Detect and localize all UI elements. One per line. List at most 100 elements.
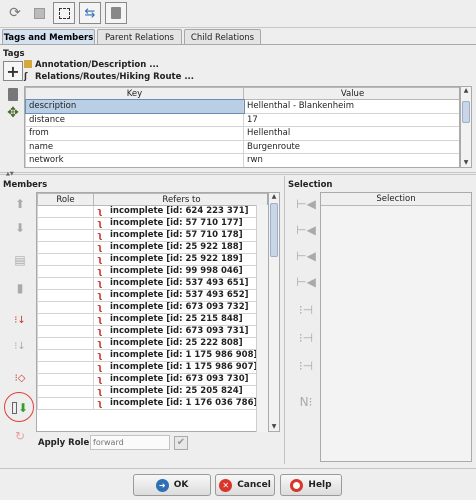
table-row[interactable]: ʅ incomplete [id: 1 175 986 908] bbox=[37, 349, 267, 362]
tags-scrollbar[interactable]: ▲ ▼ bbox=[460, 86, 472, 168]
column-header-refers-to[interactable]: Refers to bbox=[93, 193, 267, 206]
member-role-cell[interactable] bbox=[37, 385, 94, 398]
member-refers-to-cell[interactable]: ʅ incomplete [id: 57 710 177] bbox=[93, 217, 267, 230]
preset-annotation[interactable]: Annotation/Description ... bbox=[24, 60, 159, 70]
table-row[interactable]: ʅ incomplete [id: 25 215 848] bbox=[37, 313, 267, 326]
member-role-cell[interactable] bbox=[37, 361, 94, 374]
reverse-members-icon[interactable]: ⁝↓ bbox=[10, 336, 30, 356]
sort-selection-icon[interactable]: N⁝ bbox=[296, 392, 316, 412]
member-refers-to-cell[interactable]: ʅ incomplete [id: 537 493 651] bbox=[93, 277, 267, 290]
zoom-to-relation-icon[interactable]: ⇆ bbox=[79, 2, 101, 24]
splitter-arrows-icon[interactable]: ▲▼ bbox=[6, 171, 14, 177]
tag-key-cell[interactable]: network bbox=[25, 153, 244, 167]
member-role-cell[interactable] bbox=[37, 325, 94, 338]
member-role-cell[interactable] bbox=[37, 217, 94, 230]
tag-value-cell[interactable]: Hellenthal bbox=[243, 126, 459, 141]
select-in-relation-icon[interactable]: ⁝⊣ bbox=[296, 328, 316, 348]
download-members-icon[interactable]: ⁝◇ bbox=[10, 368, 30, 388]
member-refers-to-cell[interactable]: ʅ incomplete [id: 1 176 036 786] bbox=[93, 397, 267, 410]
table-row[interactable]: ʅ incomplete [id: 1 176 036 786] bbox=[37, 397, 267, 410]
add-to-start-icon[interactable]: ⊢◀ bbox=[296, 194, 316, 214]
table-row[interactable]: ʅ incomplete [id: 57 710 178] bbox=[37, 229, 267, 242]
member-role-cell[interactable] bbox=[37, 373, 94, 386]
scroll-up-icon[interactable]: ▲ bbox=[269, 193, 279, 201]
preset-hiking-route[interactable]: ʃ Relations/Routes/Hiking Route ... bbox=[24, 72, 194, 82]
add-after-icon[interactable]: ⊢◀ bbox=[296, 246, 316, 266]
members-scrollbar[interactable]: ▲ ▼ bbox=[268, 192, 280, 432]
refresh-icon[interactable]: ⟳ bbox=[4, 2, 26, 24]
edit-member-icon[interactable]: ▤ bbox=[10, 250, 30, 270]
table-row[interactable]: ʅ incomplete [id: 624 223 371] bbox=[37, 205, 267, 218]
table-row[interactable]: distance 17 bbox=[25, 112, 459, 127]
member-role-cell[interactable] bbox=[37, 397, 94, 410]
select-members-icon[interactable] bbox=[53, 2, 75, 24]
table-row[interactable]: ʅ incomplete [id: 673 093 731] bbox=[37, 325, 267, 338]
member-role-cell[interactable] bbox=[37, 253, 94, 266]
table-row[interactable]: name Burgenroute bbox=[25, 139, 459, 154]
move-down-icon[interactable]: ⬇ bbox=[10, 218, 30, 238]
column-header-selection[interactable]: Selection bbox=[321, 193, 471, 206]
table-row[interactable]: ʅ incomplete [id: 1 175 986 907] bbox=[37, 361, 267, 374]
table-row[interactable]: ʅ incomplete [id: 57 710 177] bbox=[37, 217, 267, 230]
move-up-icon[interactable]: ⬆ bbox=[10, 194, 30, 214]
scroll-down-icon[interactable]: ▼ bbox=[461, 159, 471, 167]
tag-value-cell[interactable]: 17 bbox=[243, 112, 459, 127]
trash-icon[interactable] bbox=[105, 2, 127, 24]
member-refers-to-cell[interactable]: ʅ incomplete [id: 1 175 986 908] bbox=[93, 349, 267, 362]
member-refers-to-cell[interactable]: ʅ incomplete [id: 25 215 848] bbox=[93, 313, 267, 326]
member-refers-to-cell[interactable]: ʅ incomplete [id: 25 922 189] bbox=[93, 253, 267, 266]
remove-all-icon[interactable]: ⁝⊣ bbox=[296, 356, 316, 376]
scroll-up-icon[interactable]: ▲ bbox=[461, 87, 471, 95]
member-refers-to-cell[interactable]: ʅ incomplete [id: 1 175 986 907] bbox=[93, 361, 267, 374]
table-row[interactable]: ʅ incomplete [id: 25 205 824] bbox=[37, 385, 267, 398]
member-refers-to-cell[interactable]: ʅ incomplete [id: 537 493 652] bbox=[93, 289, 267, 302]
member-role-cell[interactable] bbox=[37, 241, 94, 254]
member-refers-to-cell[interactable]: ʅ incomplete [id: 57 710 178] bbox=[93, 229, 267, 242]
tab-parent-relations[interactable]: Parent Relations bbox=[97, 29, 182, 45]
paste-tags-icon[interactable]: ✥ bbox=[3, 103, 23, 123]
table-row[interactable]: ʅ incomplete [id: 673 093 730] bbox=[37, 373, 267, 386]
table-row[interactable]: ʅ incomplete [id: 25 922 189] bbox=[37, 253, 267, 266]
member-role-cell[interactable] bbox=[37, 277, 94, 290]
column-header-key[interactable]: Key bbox=[25, 87, 244, 100]
tag-key-cell[interactable]: name bbox=[25, 139, 244, 154]
add-selected-icon[interactable]: ⬇ bbox=[10, 398, 30, 418]
table-row[interactable]: ʅ incomplete [id: 673 093 732] bbox=[37, 301, 267, 314]
tag-value-cell[interactable]: Hellenthal - Blankenheim bbox=[243, 99, 459, 114]
splitter[interactable] bbox=[0, 172, 476, 175]
scroll-down-icon[interactable]: ▼ bbox=[269, 423, 279, 431]
member-refers-to-cell[interactable]: ʅ incomplete [id: 624 223 371] bbox=[93, 205, 267, 218]
member-role-cell[interactable] bbox=[37, 349, 94, 362]
scrollbar-thumb[interactable] bbox=[270, 203, 278, 257]
table-row[interactable]: description Hellenthal - Blankenheim bbox=[25, 98, 459, 114]
help-button[interactable]: Help bbox=[280, 474, 342, 496]
table-row[interactable]: network rwn bbox=[25, 153, 459, 167]
apply-role-check-icon[interactable]: ✔ bbox=[174, 436, 188, 450]
member-refers-to-cell[interactable]: ʅ incomplete [id: 673 093 732] bbox=[93, 301, 267, 314]
tab-tags-and-members[interactable]: Tags and Members bbox=[2, 29, 95, 45]
sort-members-icon[interactable]: ⁝↓ bbox=[10, 310, 30, 330]
member-role-cell[interactable] bbox=[37, 205, 94, 218]
delete-tag-icon[interactable] bbox=[3, 84, 23, 104]
remove-selected-icon[interactable]: ↻ bbox=[10, 426, 30, 446]
add-before-icon[interactable]: ⊢◀ bbox=[296, 220, 316, 240]
member-role-cell[interactable] bbox=[37, 313, 94, 326]
save-icon[interactable] bbox=[28, 2, 50, 24]
member-role-cell[interactable] bbox=[37, 337, 94, 350]
remove-member-icon[interactable]: ▮ bbox=[10, 278, 30, 298]
add-tag-icon[interactable]: + bbox=[3, 61, 23, 81]
table-row[interactable]: ʅ incomplete [id: 99 998 046] bbox=[37, 265, 267, 278]
column-header-role[interactable]: Role bbox=[37, 193, 94, 206]
tag-key-cell[interactable]: description bbox=[25, 98, 245, 114]
member-refers-to-cell[interactable]: ʅ incomplete [id: 99 998 046] bbox=[93, 265, 267, 278]
ok-button[interactable]: ➜ OK bbox=[133, 474, 211, 496]
tag-value-cell[interactable]: rwn bbox=[243, 153, 459, 167]
member-refers-to-cell[interactable]: ʅ incomplete [id: 25 222 808] bbox=[93, 337, 267, 350]
tab-child-relations[interactable]: Child Relations bbox=[184, 29, 261, 45]
remove-selected-from-relation-icon[interactable]: ⁝⊣ bbox=[296, 300, 316, 320]
member-refers-to-cell[interactable]: ʅ incomplete [id: 25 922 188] bbox=[93, 241, 267, 254]
table-row[interactable]: from Hellenthal bbox=[25, 126, 459, 141]
member-refers-to-cell[interactable]: ʅ incomplete [id: 673 093 731] bbox=[93, 325, 267, 338]
member-refers-to-cell[interactable]: ʅ incomplete [id: 673 093 730] bbox=[93, 373, 267, 386]
tag-key-cell[interactable]: distance bbox=[25, 112, 244, 127]
